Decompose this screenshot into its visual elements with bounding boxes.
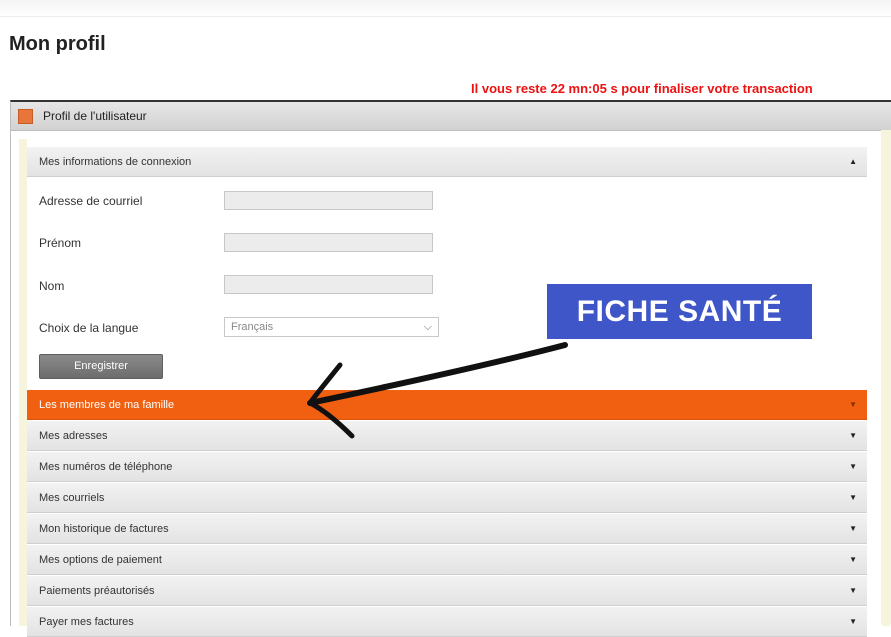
panel-title: Profil de l'utilisateur	[43, 109, 147, 123]
accordion-preauthorized-payments[interactable]: Paiements préautorisés ▼	[27, 576, 867, 606]
caret-down-icon: ▼	[849, 493, 857, 502]
accordion-label: Mon historique de factures	[39, 522, 169, 535]
accordion-connection-info[interactable]: Mes informations de connexion ▲	[27, 147, 867, 177]
top-bar	[0, 0, 891, 17]
caret-down-icon: ▼	[849, 400, 857, 409]
panel-square-icon	[18, 108, 33, 124]
accordion-label: Mes adresses	[39, 429, 108, 442]
caret-down-icon: ▼	[849, 431, 857, 440]
accordion-invoice-history[interactable]: Mon historique de factures ▼	[27, 514, 867, 544]
caret-down-icon: ▼	[849, 524, 857, 533]
caret-down-icon: ▼	[849, 555, 857, 564]
accordion-label: Mes numéros de téléphone	[39, 460, 173, 473]
first-name-label: Prénom	[39, 236, 82, 250]
right-strip	[881, 130, 891, 624]
accordion-label: Paiements préautorisés	[39, 584, 155, 597]
language-select[interactable]: Français ⌵	[224, 317, 439, 337]
accordion-payment-options[interactable]: Mes options de paiement ▼	[27, 545, 867, 575]
caret-down-icon: ▼	[849, 617, 857, 626]
email-label: Adresse de courriel	[39, 194, 143, 208]
accordion-label: Payer mes factures	[39, 615, 134, 628]
caret-down-icon: ▼	[849, 586, 857, 595]
save-button[interactable]: Enregistrer	[39, 354, 163, 379]
language-label: Choix de la langue	[39, 321, 139, 335]
email-field[interactable]	[224, 191, 433, 210]
accordion-emails[interactable]: Mes courriels ▼	[27, 483, 867, 513]
accordion-label: Mes courriels	[39, 491, 105, 504]
accordion-label: Les membres de ma famille	[39, 398, 175, 411]
last-name-label: Nom	[39, 279, 65, 293]
accordion-phone-numbers[interactable]: Mes numéros de téléphone ▼	[27, 452, 867, 482]
accordion-label: Mes options de paiement	[39, 553, 162, 566]
annotation-label: FICHE SANTÉ	[547, 284, 812, 339]
accordion-label: Mes informations de connexion	[39, 155, 192, 168]
first-name-field[interactable]	[224, 233, 433, 252]
chevron-down-icon: ⌵	[423, 320, 432, 333]
caret-down-icon: ▼	[849, 462, 857, 471]
caret-up-icon: ▲	[849, 157, 857, 166]
hand-drawn-arrow-icon	[307, 342, 568, 439]
language-selected-value: Français	[231, 321, 274, 333]
accordion-pay-invoices[interactable]: Payer mes factures ▼	[27, 607, 867, 637]
transaction-timer: Il vous reste 22 mn:05 s pour finaliser …	[471, 81, 813, 96]
last-name-field[interactable]	[224, 275, 433, 294]
panel-header: Profil de l'utilisateur	[11, 102, 891, 131]
page-title: Mon profil	[9, 33, 106, 55]
